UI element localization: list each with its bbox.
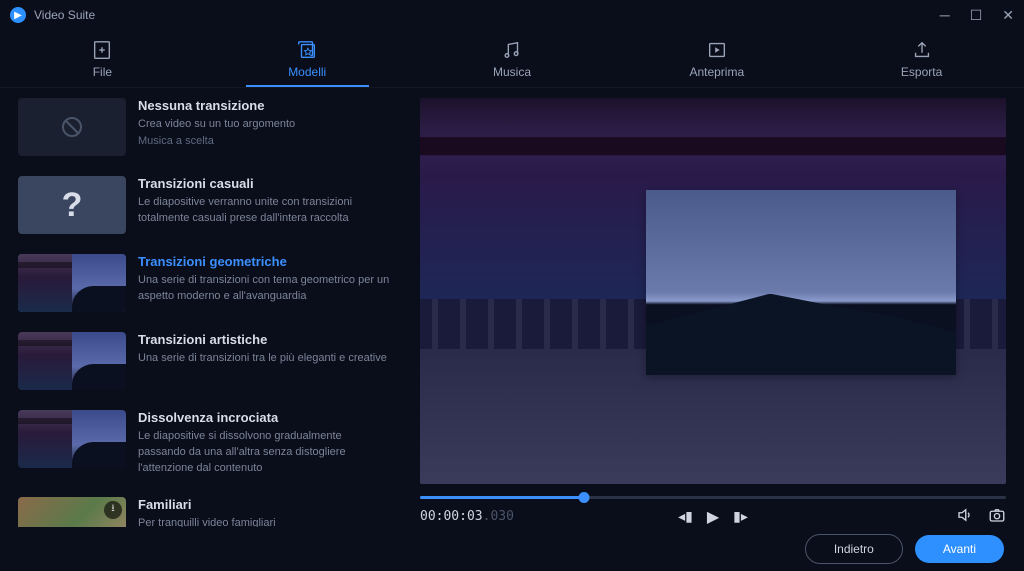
template-thumb — [18, 98, 126, 156]
tab-label: Modelli — [288, 65, 326, 79]
template-info: Transizioni geometriche Una serie di tra… — [138, 254, 392, 305]
file-plus-icon — [91, 39, 113, 61]
preview-inset — [646, 190, 956, 375]
window-controls: ─ ☐ ✕ — [940, 7, 1014, 24]
play-icon[interactable]: ▶ — [707, 507, 719, 527]
export-icon — [911, 39, 933, 61]
tab-label: Esporta — [901, 65, 942, 79]
template-item-geometric[interactable]: Transizioni geometriche Una serie di tra… — [0, 244, 406, 322]
no-transition-icon — [60, 115, 84, 139]
template-title: Transizioni casuali — [138, 176, 392, 191]
minimize-icon[interactable]: ─ — [940, 7, 950, 24]
template-title: Transizioni geometriche — [138, 254, 392, 269]
snapshot-icon[interactable] — [988, 506, 1006, 527]
template-thumb — [18, 410, 126, 468]
template-desc: Le diapositive si dissolvono gradualment… — [138, 429, 392, 477]
download-icon[interactable]: ⭳ — [104, 501, 122, 519]
template-info: Nessuna transizione Crea video su un tuo… — [138, 98, 392, 147]
template-info: Transizioni artistiche Una serie di tran… — [138, 332, 392, 367]
bottom-bar: Indietro Avanti — [0, 527, 1024, 571]
titlebar: ▶ Video Suite ─ ☐ ✕ — [0, 0, 1024, 30]
template-desc: Una serie di transizioni tra le più eleg… — [138, 351, 392, 367]
template-info: Dissolvenza incrociata Le diapositive si… — [138, 410, 392, 477]
playback-controls: 00:00:03.030 ◂▮ ▶ ▮▸ — [420, 484, 1006, 527]
tab-music[interactable]: Musica — [410, 30, 615, 87]
tab-file[interactable]: File — [0, 30, 205, 87]
tab-label: File — [93, 65, 112, 79]
volume-icon[interactable] — [956, 506, 974, 527]
timecode-frac: .030 — [483, 509, 514, 524]
seek-thumb[interactable] — [579, 492, 590, 503]
app-icon: ▶ — [10, 7, 26, 23]
templates-icon — [296, 39, 318, 61]
tab-label: Anteprima — [689, 65, 744, 79]
playback-extra — [956, 506, 1006, 527]
timecode: 00:00:03.030 — [420, 509, 514, 524]
tab-export[interactable]: Esporta — [819, 30, 1024, 87]
tab-label: Musica — [493, 65, 531, 79]
maximize-icon[interactable]: ☐ — [970, 7, 983, 24]
template-title: Transizioni artistiche — [138, 332, 392, 347]
template-item-family[interactable]: ⭳ Familiari Per tranquilli video famigli… — [0, 487, 406, 527]
next-frame-icon[interactable]: ▮▸ — [733, 508, 748, 525]
template-thumb — [18, 332, 126, 390]
template-title: Dissolvenza incrociata — [138, 410, 392, 425]
template-thumb: ⭳ — [18, 497, 126, 527]
template-item-random[interactable]: ? Transizioni casuali Le diapositive ver… — [0, 166, 406, 244]
tab-preview[interactable]: Anteprima — [614, 30, 819, 87]
music-icon — [501, 39, 523, 61]
tab-templates[interactable]: Modelli — [205, 30, 410, 87]
timecode-main: 00:00:03 — [420, 509, 483, 524]
template-desc: Una serie di transizioni con tema geomet… — [138, 273, 392, 305]
template-info: Familiari Per tranquilli video famigliar… — [138, 497, 392, 527]
prev-frame-icon[interactable]: ◂▮ — [678, 508, 693, 525]
template-item-crossfade[interactable]: Dissolvenza incrociata Le diapositive si… — [0, 400, 406, 487]
next-button[interactable]: Avanti — [915, 535, 1004, 563]
preview-area: 00:00:03.030 ◂▮ ▶ ▮▸ — [410, 88, 1024, 527]
template-title: Nessuna transizione — [138, 98, 392, 113]
app-title: Video Suite — [34, 8, 95, 22]
template-thumb: ? — [18, 176, 126, 234]
template-item-artistic[interactable]: Transizioni artistiche Una serie di tran… — [0, 322, 406, 400]
template-list[interactable]: Nessuna transizione Crea video su un tuo… — [0, 88, 410, 527]
template-desc: Le diapositive verranno unite con transi… — [138, 195, 392, 227]
preview-icon — [706, 39, 728, 61]
template-desc: Crea video su un tuo argomento — [138, 117, 392, 133]
transport-controls: ◂▮ ▶ ▮▸ — [678, 507, 748, 527]
template-item-none[interactable]: Nessuna transizione Crea video su un tuo… — [0, 88, 406, 166]
back-button[interactable]: Indietro — [805, 534, 903, 564]
template-title: Familiari — [138, 497, 392, 512]
preview-canvas[interactable] — [420, 98, 1006, 484]
template-extra: Musica a scelta — [138, 135, 392, 147]
close-icon[interactable]: ✕ — [1002, 7, 1014, 24]
seek-bar[interactable] — [420, 490, 1006, 504]
template-thumb — [18, 254, 126, 312]
template-info: Transizioni casuali Le diapositive verra… — [138, 176, 392, 227]
template-desc: Per tranquilli video famigliari — [138, 516, 392, 527]
tabbar: File Modelli Musica Anteprima Esporta — [0, 30, 1024, 88]
